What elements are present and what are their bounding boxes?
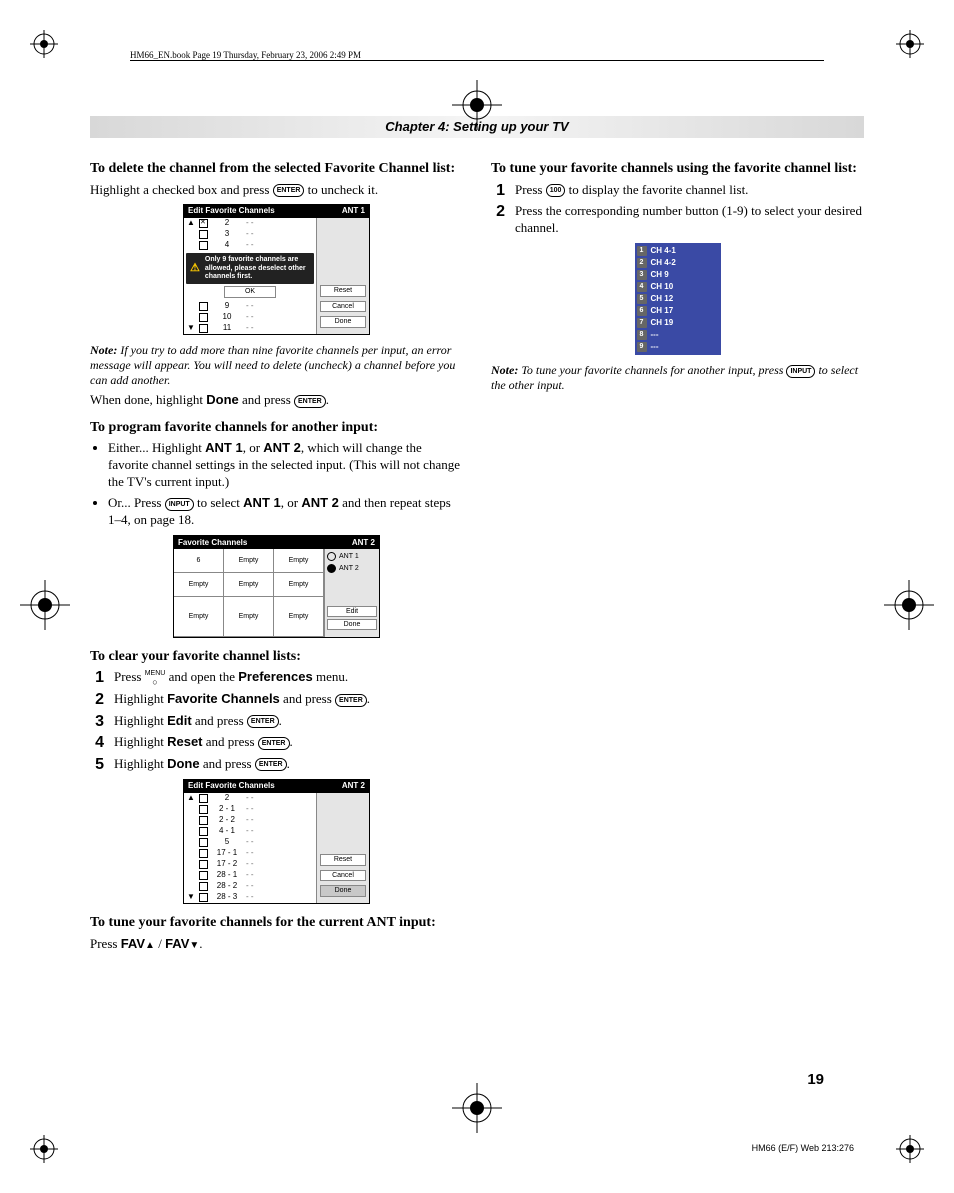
list-item: 1Press MENU○ and open the Preferences me… <box>90 669 463 687</box>
heading-delete: To delete the channel from the selected … <box>90 160 463 178</box>
list-item: 2Press the corresponding number button (… <box>491 203 864 237</box>
osd-edit-favorite-2: Edit Favorite ChannelsANT 2 ▲2- -2 - 1- … <box>183 779 370 904</box>
crop-mark-icon <box>896 1135 924 1163</box>
registration-mark-icon <box>20 580 70 630</box>
page: HM66_EN.book Page 19 Thursday, February … <box>0 0 954 1193</box>
favorite-channel-list-popup: 1CH 4-12CH 4-23CH 94CH 105CH 126CH 177CH… <box>635 243 721 355</box>
list-item: 3Highlight Edit and press ENTER. <box>90 713 463 731</box>
registration-mark-icon <box>452 80 502 130</box>
enter-button-icon: ENTER <box>258 737 290 750</box>
numbered-list: 1Press MENU○ and open the Preferences me… <box>90 669 463 773</box>
list-item: 4Highlight Reset and press ENTER. <box>90 734 463 752</box>
menu-button-icon: MENU○ <box>145 671 166 685</box>
input-button-icon: INPUT <box>786 365 815 378</box>
bullet-list: Either... Highlight ANT 1, or ANT 2, whi… <box>90 440 463 528</box>
enter-button-icon: ENTER <box>294 395 326 408</box>
list-item: 5Highlight Done and press ENTER. <box>90 756 463 774</box>
note: Note: To tune your favorite channels for… <box>491 363 864 393</box>
enter-button-icon: ENTER <box>247 715 279 728</box>
list-item: 1Press 100 to display the favorite chann… <box>491 182 864 200</box>
heading-clear: To clear your favorite channel lists: <box>90 648 463 666</box>
registration-mark-icon <box>452 1083 502 1133</box>
enter-button-icon: ENTER <box>273 184 305 197</box>
crop-mark-icon <box>30 1135 58 1163</box>
enter-button-icon: ENTER <box>335 694 367 707</box>
running-header: HM66_EN.book Page 19 Thursday, February … <box>130 50 824 61</box>
list-item: Or... Press INPUT to select ANT 1, or AN… <box>108 495 463 529</box>
text: When done, highlight Done and press ENTE… <box>90 392 463 409</box>
heading-tune-list: To tune your favorite channels using the… <box>491 160 864 178</box>
heading-program: To program favorite channels for another… <box>90 419 463 437</box>
list-item: 2Highlight Favorite Channels and press E… <box>90 691 463 709</box>
footer-code: HM66 (E/F) Web 213:276 <box>752 1143 854 1153</box>
enter-button-icon: ENTER <box>255 758 287 771</box>
content-columns: To delete the channel from the selected … <box>90 160 864 959</box>
left-column: To delete the channel from the selected … <box>90 160 463 959</box>
registration-mark-icon <box>884 580 934 630</box>
crop-mark-icon <box>30 30 58 58</box>
page-number: 19 <box>807 1071 824 1088</box>
hundred-button-icon: 100 <box>546 184 566 197</box>
list-item: Either... Highlight ANT 1, or ANT 2, whi… <box>108 440 463 491</box>
right-column: To tune your favorite channels using the… <box>491 160 864 959</box>
text: Press FAV▲ / FAV▼. <box>90 936 463 953</box>
crop-mark-icon <box>896 30 924 58</box>
heading-tune-ant: To tune your favorite channels for the c… <box>90 914 463 932</box>
note: Note: If you try to add more than nine f… <box>90 343 463 388</box>
text: Highlight a checked box and press ENTER … <box>90 182 463 199</box>
osd-favorite-channels: Favorite ChannelsANT 2 6EmptyEmptyEmptyE… <box>173 535 380 638</box>
osd-edit-favorite-1: Edit Favorite ChannelsANT 1 ▲2- -3- -4- … <box>183 204 370 335</box>
numbered-list: 1Press 100 to display the favorite chann… <box>491 182 864 237</box>
input-button-icon: INPUT <box>165 498 194 511</box>
